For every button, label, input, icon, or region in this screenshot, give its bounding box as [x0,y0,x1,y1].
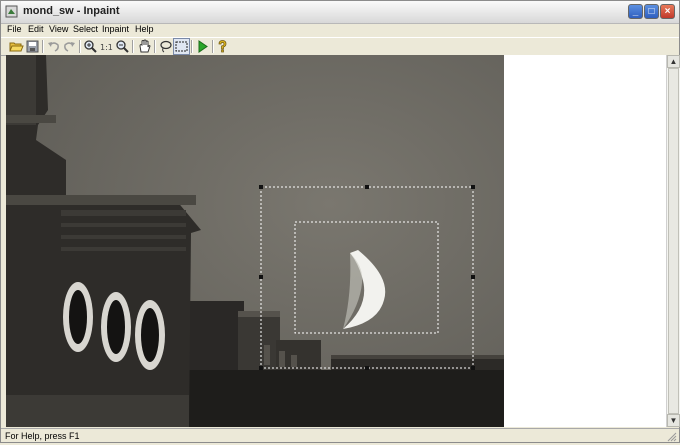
help-icon[interactable] [215,39,230,54]
selection-handle[interactable] [471,275,475,279]
toolbar-separator [42,40,44,53]
selection-handle[interactable] [259,275,263,279]
window-title: mond_sw - Inpaint [23,5,120,17]
minimize-button[interactable]: _ [628,4,643,19]
selection-handle[interactable] [365,185,369,189]
save-icon[interactable] [25,39,40,54]
toolbar-separator [191,40,193,53]
inpaint-app-icon [5,5,18,18]
status-bar: For Help, press F1 [1,428,679,443]
close-button[interactable]: × [660,4,675,19]
resize-grip-icon[interactable] [667,432,677,442]
menu-view[interactable]: View [49,23,68,36]
selection-handle[interactable] [259,185,263,189]
selection-handle[interactable] [365,366,369,370]
selection-handle[interactable] [471,366,475,370]
menu-help[interactable]: Help [135,23,154,36]
toolbar-separator [154,40,156,53]
scroll-up-arrow[interactable]: ▲ [667,55,680,68]
lasso-select-icon[interactable] [158,39,173,54]
maximize-button[interactable]: □ [644,4,659,19]
menu-inpaint[interactable]: Inpaint [102,23,129,36]
canvas-background [504,55,666,427]
scroll-thumb[interactable] [668,68,679,414]
title-bar[interactable]: mond_sw - Inpaint _ □ × [1,1,679,24]
menu-file[interactable]: File [7,23,22,36]
undo-icon[interactable] [46,39,61,54]
redo-icon[interactable] [62,39,77,54]
image-canvas[interactable] [6,55,504,427]
photo-moon-building [6,55,504,427]
zoom-out-icon[interactable] [115,39,130,54]
selection-handle[interactable] [259,366,263,370]
toolbar: 1:1 [1,37,679,56]
menu-bar: File Edit View Select Inpaint Help [1,23,679,36]
hand-pan-icon[interactable] [137,39,152,54]
actual-size-icon[interactable]: 1:1 [99,39,114,54]
actual-size-label: 1:1 [100,43,113,52]
zoom-in-icon[interactable] [83,39,98,54]
vertical-scrollbar[interactable]: ▲ ▼ [666,55,680,427]
toolbar-separator [212,40,214,53]
menu-edit[interactable]: Edit [28,23,44,36]
toolbar-separator [132,40,134,53]
menu-select[interactable]: Select [73,23,98,36]
selection-handle[interactable] [471,185,475,189]
open-folder-icon[interactable] [9,39,24,54]
app-window: mond_sw - Inpaint _ □ × File Edit View S… [0,0,680,443]
status-text: For Help, press F1 [5,431,80,441]
toolbar-separator [79,40,81,53]
scroll-down-arrow[interactable]: ▼ [667,414,680,427]
rect-select-icon[interactable] [173,38,190,55]
run-inpaint-icon[interactable] [195,39,210,54]
